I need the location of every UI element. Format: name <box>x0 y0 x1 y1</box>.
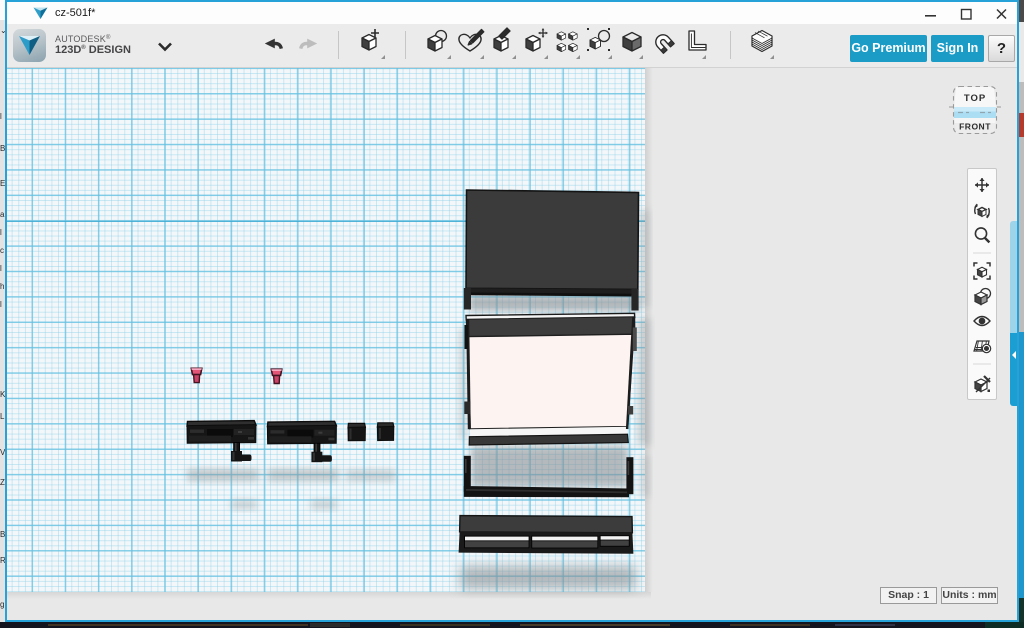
svg-text:TOP: TOP <box>964 93 986 104</box>
svg-text:FRONT: FRONT <box>959 122 991 132</box>
